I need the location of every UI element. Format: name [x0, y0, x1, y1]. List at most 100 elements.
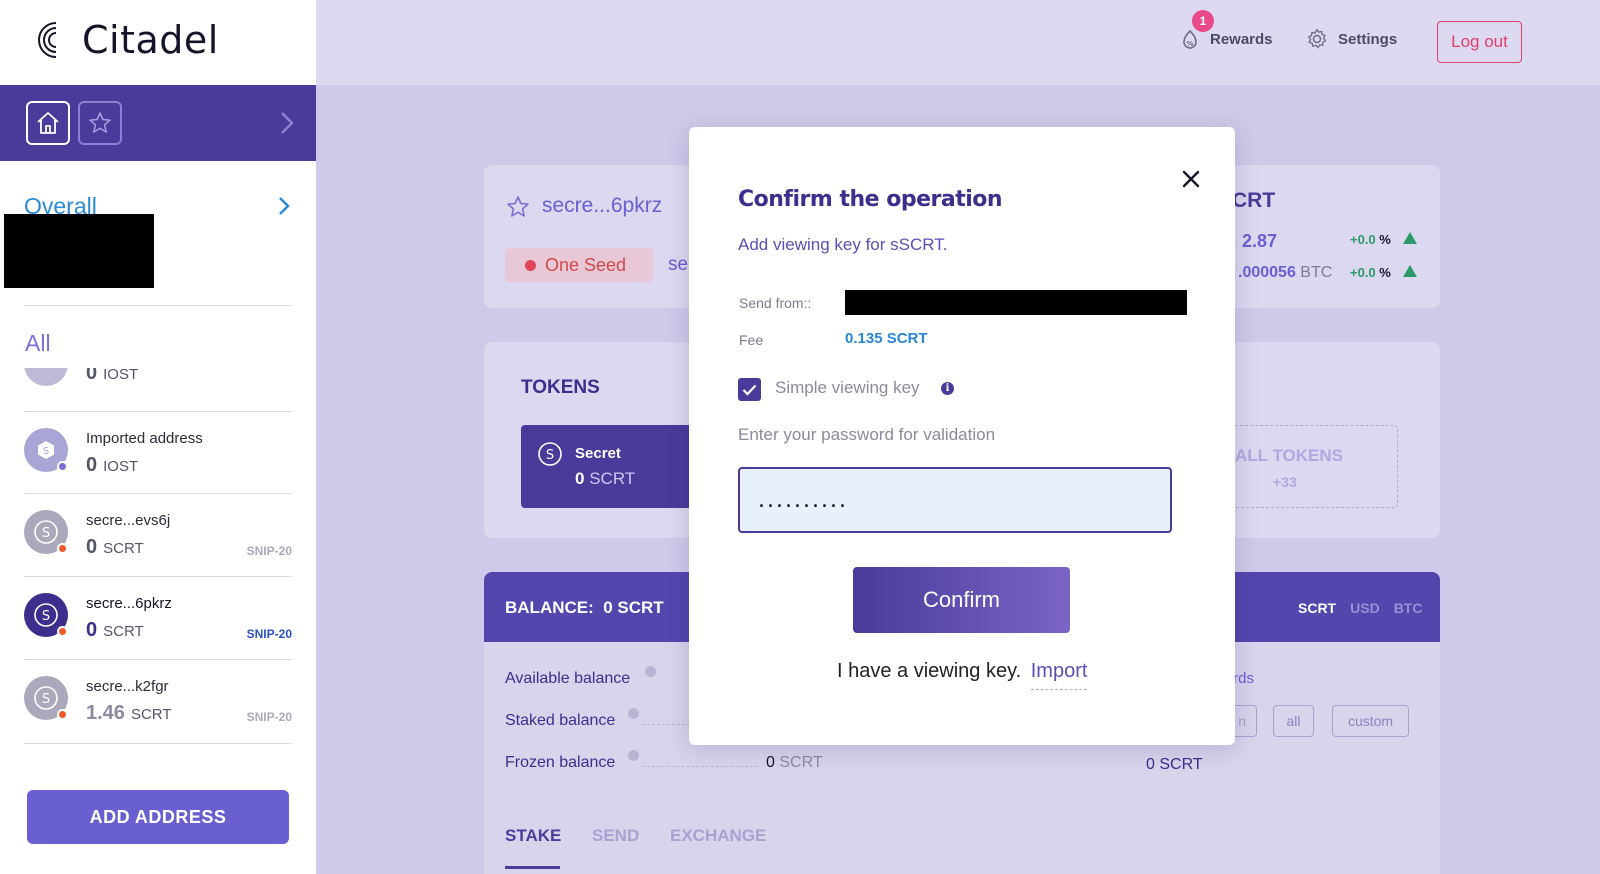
- rewards-link[interactable]: % Rewards: [1180, 28, 1273, 50]
- svg-text:S: S: [42, 526, 50, 541]
- svg-text:%: %: [1186, 40, 1193, 48]
- app-logo[interactable]: Citadel: [26, 14, 219, 66]
- address-name: secre...evs6j: [86, 512, 171, 529]
- info-icon[interactable]: [628, 708, 639, 719]
- svg-text:S: S: [43, 446, 49, 457]
- close-icon[interactable]: [1179, 167, 1203, 191]
- redacted-overall-balance: [4, 214, 154, 288]
- price-btc-change: +0.0 %: [1350, 265, 1391, 280]
- address-name: secre...6pkrz: [86, 595, 172, 612]
- have-key-text: I have a viewing key.: [837, 660, 1022, 682]
- seed-badge: One Seed: [505, 248, 653, 282]
- address-name: Imported address: [86, 430, 203, 447]
- secret-logo-icon: S: [538, 442, 562, 466]
- iost-logo-icon: S: [38, 441, 54, 459]
- settings-link[interactable]: Settings: [1306, 28, 1397, 50]
- info-icon[interactable]: [645, 666, 656, 677]
- currency-title: CRT: [1232, 189, 1276, 212]
- settings-label: Settings: [1338, 30, 1398, 48]
- address-amount: 0 IOST: [86, 454, 139, 476]
- tab-stake[interactable]: STAKE: [505, 826, 561, 846]
- frozen-balance-label: Frozen balance: [505, 754, 616, 771]
- custom-button[interactable]: custom: [1332, 705, 1409, 737]
- fee-label: Fee: [739, 332, 764, 348]
- list-item[interactable]: S Imported address 0 IOST: [24, 412, 292, 492]
- list-item[interactable]: S secre...k2fgr 1.46 SCRT SNIP-20: [24, 660, 292, 740]
- wallet-address: secre...6pkrz: [542, 194, 663, 217]
- currency-tabs: SCRT USD BTC: [1298, 600, 1422, 616]
- all-addresses-label: All: [25, 330, 51, 356]
- logout-button[interactable]: Log out: [1437, 21, 1522, 63]
- price-usd: 2.87: [1242, 231, 1278, 251]
- secret-logo-icon: S: [34, 520, 58, 544]
- app-name: Citadel: [82, 18, 219, 62]
- all-tokens-count: +33: [1273, 474, 1297, 490]
- active-tab-underline: [505, 866, 560, 869]
- list-item[interactable]: S secre...evs6j 0 SCRT SNIP-20: [24, 494, 292, 574]
- rewards-icon: %: [1183, 29, 1197, 49]
- svg-text:S: S: [546, 448, 554, 463]
- password-input[interactable]: [738, 467, 1172, 533]
- tokens-heading: TOKENS: [521, 377, 600, 398]
- star-icon[interactable]: [505, 194, 531, 220]
- info-icon[interactable]: i: [941, 382, 954, 395]
- leader-line: [642, 766, 758, 767]
- rewards-badge: 1: [1192, 10, 1214, 32]
- available-balance-label: Available balance: [505, 670, 631, 687]
- tab-btc[interactable]: BTC: [1394, 600, 1423, 616]
- svg-text:S: S: [42, 692, 50, 707]
- all-button[interactable]: all: [1273, 705, 1314, 737]
- up-arrow-icon: [1403, 265, 1417, 277]
- import-link[interactable]: Import: [1030, 660, 1088, 690]
- avatar: S: [24, 510, 68, 554]
- home-button[interactable]: [26, 101, 70, 145]
- simple-viewing-key-label: Simple viewing key: [775, 378, 920, 397]
- status-dot: [525, 260, 536, 271]
- frozen-balance-value: 0 SCRT: [766, 754, 823, 771]
- confirm-button[interactable]: Confirm: [853, 567, 1070, 633]
- seed-badge-label: One Seed: [545, 255, 627, 275]
- address-amount: 0 IOST: [86, 368, 139, 384]
- chevron-right-icon[interactable]: [278, 196, 290, 216]
- tab-scrt[interactable]: SCRT: [1298, 600, 1336, 616]
- tab-usd[interactable]: USD: [1350, 600, 1380, 616]
- chevron-right-icon[interactable]: [280, 111, 294, 135]
- tab-exchange[interactable]: EXCHANGE: [670, 826, 766, 846]
- address-amount: 0 SCRT: [86, 536, 144, 558]
- tab-send[interactable]: SEND: [592, 826, 639, 846]
- secret-logo-icon: S: [34, 603, 58, 627]
- modal-subtitle: Add viewing key for sSCRT.: [738, 235, 948, 254]
- address-amount: 1.46 SCRT: [86, 702, 172, 724]
- redacted-send-from-address: [845, 290, 1187, 315]
- add-address-button[interactable]: ADD ADDRESS: [27, 790, 289, 844]
- price-usd-change: +0.0 %: [1350, 232, 1391, 247]
- avatar: S: [24, 428, 68, 472]
- list-item[interactable]: S secre...6pkrz 0 SCRT SNIP-20: [24, 577, 292, 657]
- token-name: Secret: [575, 445, 621, 462]
- simple-viewing-key-checkbox[interactable]: [738, 378, 761, 401]
- token-card-secret[interactable]: S Secret 0 SCRT: [521, 425, 701, 508]
- balance-label: BALANCE: 0 SCRT: [505, 598, 664, 617]
- token-standard-tag: SNIP-20: [246, 627, 292, 641]
- list-item[interactable]: 0 IOST: [24, 368, 292, 386]
- rewards-value: 0 SCRT: [1146, 756, 1203, 773]
- up-arrow-icon: [1403, 232, 1417, 244]
- token-amount: 0 SCRT: [575, 469, 636, 488]
- home-icon: [37, 112, 59, 134]
- citadel-logo-icon: [38, 22, 57, 58]
- divider: [24, 743, 292, 744]
- info-icon[interactable]: [628, 750, 639, 761]
- import-key-row: I have a viewing key. Import: [837, 660, 1088, 690]
- all-tokens-label: ALL TOKENS: [1235, 446, 1343, 465]
- token-standard-tag: SNIP-20: [246, 544, 292, 558]
- address-amount: 0 SCRT: [86, 619, 144, 641]
- sidebar: Citadel Overall All 0 IOST S Imported ad…: [0, 0, 316, 874]
- modal-title: Confirm the operation: [738, 187, 1003, 212]
- confirm-operation-modal: Confirm the operation Add viewing key fo…: [689, 127, 1235, 745]
- secret-logo-icon: S: [34, 686, 58, 710]
- rewards-label: Rewards: [1210, 30, 1273, 48]
- leader-line: [642, 724, 690, 725]
- svg-text:S: S: [42, 609, 50, 624]
- favorites-button[interactable]: [78, 101, 122, 145]
- gear-icon: [1308, 28, 1327, 49]
